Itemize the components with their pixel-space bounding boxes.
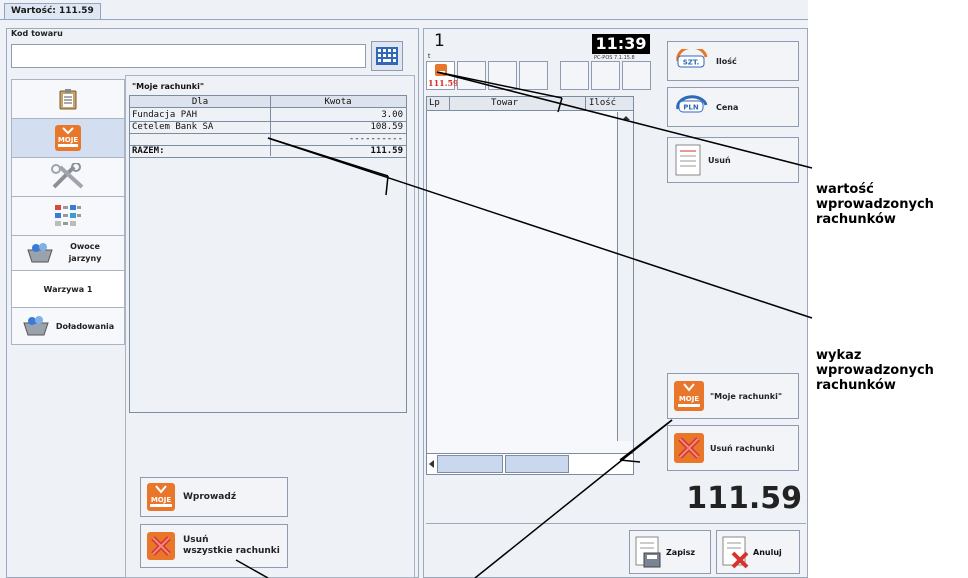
annotation-list: wykaz wprowadzonych rachunków bbox=[816, 348, 934, 393]
annotation-value: wartość wprowadzonych rachunków bbox=[816, 182, 934, 227]
annotation-lines bbox=[235, 71, 813, 578]
